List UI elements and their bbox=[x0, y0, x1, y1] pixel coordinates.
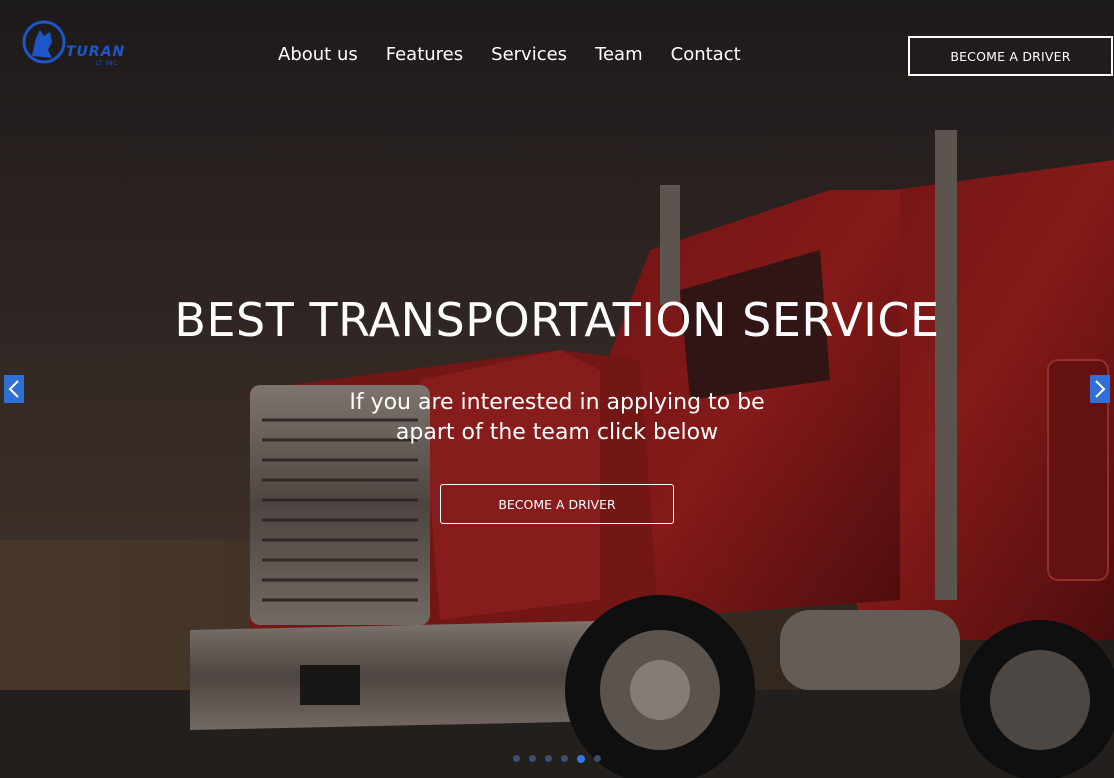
carousel-dot-3[interactable] bbox=[545, 755, 552, 762]
nav-link-contact[interactable]: Contact bbox=[671, 44, 741, 66]
main-nav: About us Features Services Team Contact bbox=[278, 44, 769, 66]
nav-link-about-us[interactable]: About us bbox=[278, 44, 358, 66]
logo-text: TURAN bbox=[66, 44, 126, 60]
carousel-prev-button[interactable] bbox=[4, 375, 24, 403]
hero-become-driver-button[interactable]: BECOME A DRIVER bbox=[440, 484, 674, 524]
carousel-dot-4[interactable] bbox=[561, 755, 568, 762]
carousel-dot-6[interactable] bbox=[594, 755, 601, 762]
carousel-dot-5[interactable] bbox=[577, 754, 585, 763]
nav-link-services[interactable]: Services bbox=[491, 44, 567, 66]
hero-title: BEST TRANSPORTATION SERVICE bbox=[174, 293, 940, 347]
carousel-next-button[interactable] bbox=[1090, 375, 1110, 403]
carousel-indicators bbox=[513, 754, 610, 763]
company-logo[interactable]: TURAN LT INC bbox=[22, 16, 134, 70]
chevron-left-icon bbox=[8, 380, 19, 398]
hero-subtitle-line-1: If you are interested in applying to be bbox=[349, 390, 765, 415]
carousel-dot-2[interactable] bbox=[529, 755, 536, 762]
wolf-logo-icon bbox=[22, 20, 66, 64]
hero-subtitle-line-2: apart of the team click below bbox=[395, 420, 719, 445]
logo-subtext: LT INC bbox=[96, 60, 118, 67]
header-become-driver-button[interactable]: BECOME A DRIVER bbox=[908, 36, 1113, 76]
hero-subtitle: If you are interested in applying to be … bbox=[307, 388, 807, 448]
chevron-right-icon bbox=[1095, 380, 1106, 398]
nav-link-team[interactable]: Team bbox=[595, 44, 643, 66]
carousel-dot-1[interactable] bbox=[513, 755, 520, 762]
nav-link-features[interactable]: Features bbox=[386, 44, 463, 66]
